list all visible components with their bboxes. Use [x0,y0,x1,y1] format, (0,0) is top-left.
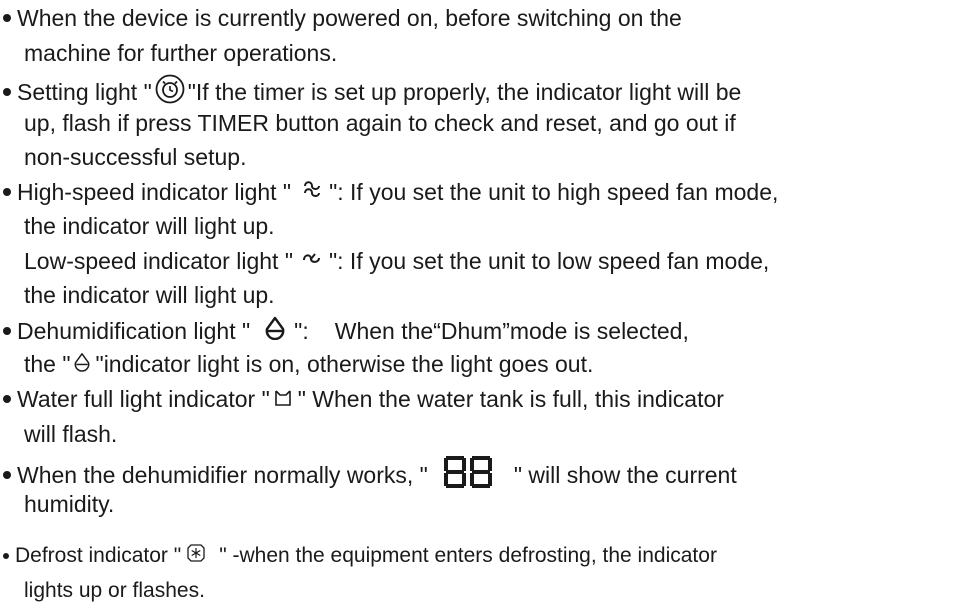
item-2-text-3: non-successful setup. [24,144,247,170]
bullet [3,14,11,22]
bullet [3,327,11,335]
item-3-text-4: the indicator will light up. [24,282,275,308]
item-5-text-1b: " When the water tank is full, this indi… [297,386,724,412]
item-7-text-1b: " -when the equipment enters defrosting,… [219,544,717,567]
item-7-text-2: lights up or flashes. [24,579,205,602]
seven-segment-display-icon [443,455,492,495]
item-2-text-1a: Setting light " [17,79,152,105]
bullet [3,395,11,403]
bullet [3,553,9,559]
item-1-text-2: machine for further operations. [24,40,338,66]
water-tank-icon [274,385,292,413]
item-6-text-1b: " will show the current [513,462,737,488]
bullet [3,88,11,96]
item-3-line-3: Low-speed indicator light " ": If you se… [24,247,769,275]
item-7-line-1: Defrost indicator " " -when the equipmen… [3,542,717,570]
item-4-text-2a: the " [24,351,71,377]
item-2-line-3: non-successful setup. [24,143,246,171]
item-3-text-2: the indicator will light up. [24,213,275,239]
timer-clock-icon [155,74,185,110]
water-drop-icon [264,316,286,346]
item-3-text-3b: ": If you set the unit to low speed fan … [328,248,770,274]
item-5-text-2: will flash. [24,421,118,447]
item-4-text-1c: When the“Dhum”mode is selected, [334,318,689,344]
item-2-text-1b: "If the timer is set up properly, the in… [187,79,742,105]
item-3-text-1a: High-speed indicator light " [17,179,292,205]
item-6-text-2: humidity. [24,491,115,517]
item-3-line-4: the indicator will light up. [24,281,275,309]
low-speed-fan-icon [301,247,323,275]
item-3-text-1b: ": If you set the unit to high speed fan… [329,179,779,205]
item-4-line-1: Dehumidification light " ": When the“Dhu… [3,316,689,346]
item-6-text-1a: When the dehumidifier normally works, " [17,462,428,488]
item-3-text-3a: Low-speed indicator light " [24,248,293,274]
item-2-text-2: up, flash if press TIMER button again to… [24,110,736,136]
item-2-line-1: Setting light " "If the timer is set up … [3,74,741,110]
bullet [3,188,11,196]
item-6-line-1: When the dehumidifier normally works, " [3,455,737,495]
item-4-line-2: the " "indicator light is on, otherwise … [24,350,593,378]
manual-page: When the device is currently powered on,… [0,0,976,611]
item-6-line-2: humidity. [24,490,114,518]
item-4-text-1a: Dehumidification light " [17,318,251,344]
water-drop-icon [73,350,91,378]
item-3-line-2: the indicator will light up. [24,212,275,240]
item-3-line-1: High-speed indicator light " ": If you s… [3,178,778,206]
item-4-text-2b: "indicator light is on, otherwise the li… [95,351,594,377]
item-4-text-1b: ": [294,318,309,344]
item-7-text-1a: Defrost indicator " [15,544,182,567]
item-1-line-1: When the device is currently powered on,… [3,4,682,32]
item-2-line-2: up, flash if press TIMER button again to… [24,109,736,137]
item-5-text-1a: Water full light indicator " [17,386,270,412]
defrost-snowflake-icon [187,542,205,570]
item-5-line-2: will flash. [24,420,117,448]
high-speed-fan-icon [301,178,323,206]
item-1-line-2: machine for further operations. [24,39,337,67]
item-5-line-1: Water full light indicator " " When the … [3,385,724,413]
item-7-line-2: lights up or flashes. [24,577,205,605]
bullet [3,471,11,479]
item-1-text-1: When the device is currently powered on,… [17,5,682,31]
